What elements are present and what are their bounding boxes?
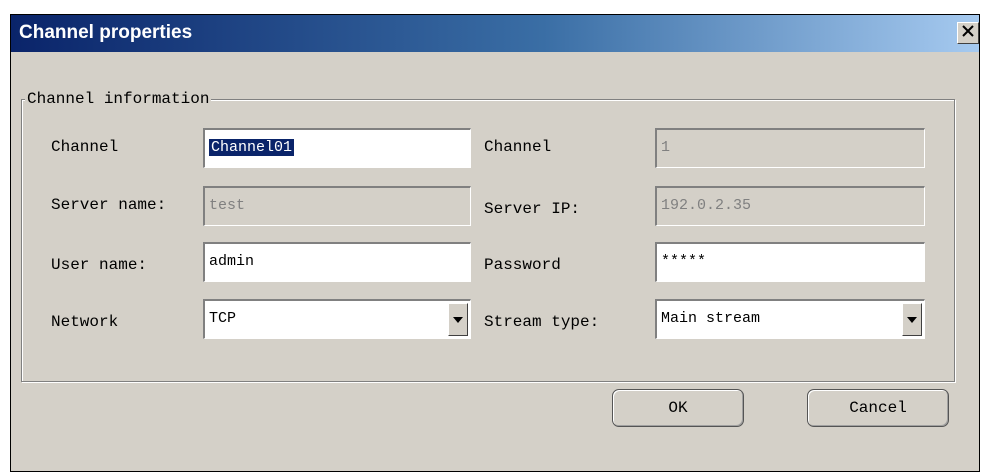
stream-type-select[interactable]: Main stream [655, 299, 925, 339]
stream-type-value: Main stream [661, 310, 761, 327]
title-bar[interactable]: Channel properties [11, 15, 979, 52]
stream-type-label: Stream type: [484, 313, 600, 331]
network-value: TCP [209, 310, 237, 327]
channel-name-value: Channel01 [209, 139, 295, 156]
close-icon [962, 24, 974, 42]
channel-name-input[interactable]: Channel01 [203, 128, 471, 168]
group-legend: Channel information [25, 89, 212, 109]
stream-type-dropdown-button[interactable] [902, 303, 922, 336]
password-label: Password [484, 256, 561, 274]
cancel-button[interactable]: Cancel [807, 389, 949, 427]
channel-properties-dialog: Channel properties Channel information C… [10, 14, 980, 472]
network-select[interactable]: TCP [203, 299, 471, 339]
network-dropdown-button[interactable] [448, 303, 468, 336]
chevron-down-icon [453, 316, 463, 323]
channel-number-label: Channel [484, 138, 552, 156]
password-input[interactable]: ***** [655, 242, 925, 282]
server-name-label: Server name: [51, 196, 167, 214]
ok-button[interactable]: OK [612, 389, 744, 427]
network-label: Network [51, 313, 119, 331]
close-button[interactable] [957, 22, 979, 44]
window-title: Channel properties [19, 22, 193, 43]
server-name-input: test [203, 186, 471, 226]
chevron-down-icon [907, 316, 917, 323]
channel-number-input: 1 [655, 128, 925, 168]
server-ip-label: Server IP: [484, 200, 581, 218]
user-name-label: User name: [51, 256, 148, 274]
server-ip-input: 192.0.2.35 [655, 186, 925, 226]
channel-name-label: Channel [51, 138, 119, 156]
user-name-input[interactable]: admin [203, 242, 471, 282]
